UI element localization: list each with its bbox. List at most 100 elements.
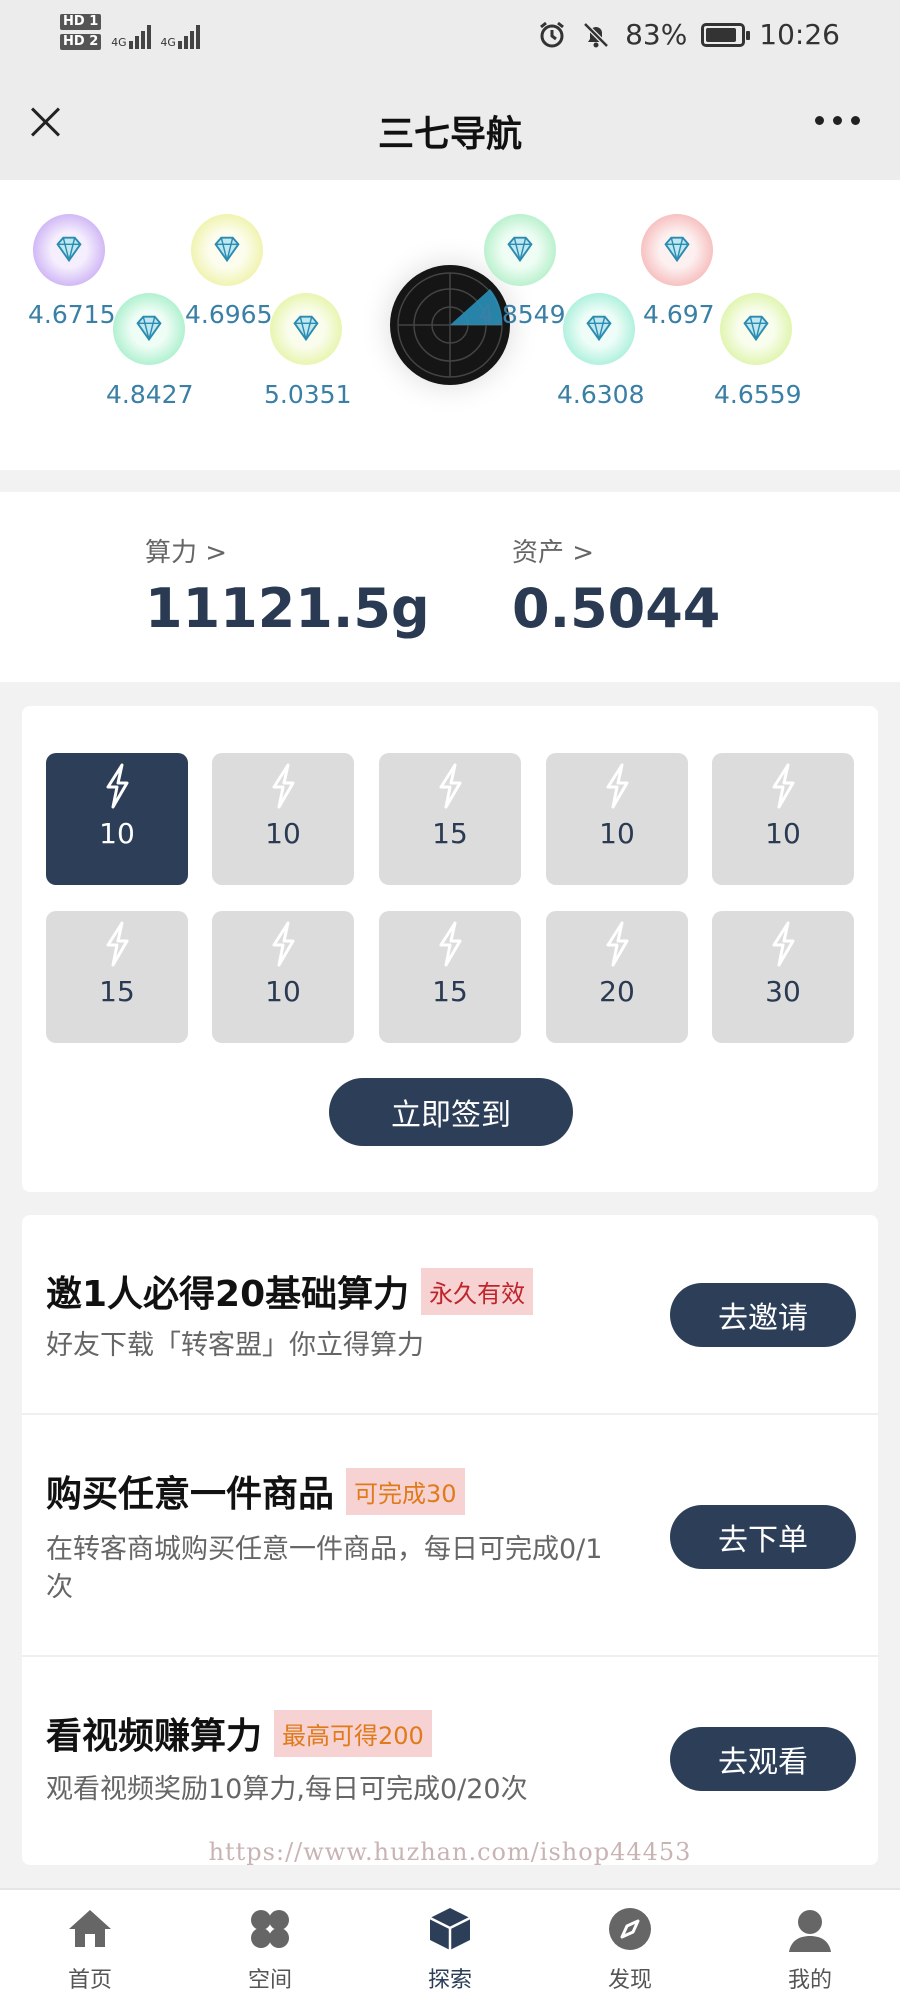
order-button[interactable]: 去下单: [670, 1505, 856, 1569]
task-item: 邀1人必得20基础算力 永久有效 好友下载「转客盟」你立得算力 去邀请: [22, 1215, 878, 1415]
lightning-icon: [606, 921, 629, 967]
watch-button[interactable]: 去观看: [670, 1727, 856, 1791]
hd-label-2: HD 2: [60, 34, 102, 50]
tab-home[interactable]: 首页: [0, 1890, 180, 2000]
gem-bubble[interactable]: [191, 214, 263, 286]
lightning-icon: [272, 763, 295, 809]
checkin-day[interactable]: 10: [212, 911, 354, 1043]
task-badge: 永久有效: [421, 1267, 534, 1315]
task-title: 邀1人必得20基础算力: [46, 1274, 410, 1315]
checkin-day[interactable]: 30: [712, 911, 854, 1043]
checkin-day-value: 10: [599, 817, 635, 850]
checkin-day[interactable]: 15: [379, 753, 521, 885]
home-icon: [69, 1910, 111, 1947]
user-icon: [789, 1910, 831, 1952]
diamond-icon: [743, 315, 769, 342]
checkin-day[interactable]: 15: [46, 911, 188, 1043]
tab-label: 首页: [67, 1968, 112, 1993]
checkin-day[interactable]: 10: [712, 753, 854, 885]
tab-label: 探索: [427, 1968, 472, 1993]
status-left: HD 1 HD 2 4G 4G: [60, 14, 200, 50]
tab-space[interactable]: 空间: [180, 1890, 360, 2000]
network-type-1: 4G: [111, 36, 127, 49]
checkin-day-value: 30: [765, 975, 801, 1008]
mute-bell-icon: [583, 21, 609, 48]
diamond-icon: [136, 315, 162, 342]
diamond-icon: [664, 236, 690, 263]
diamond-icon: [507, 236, 533, 263]
diamond-icon: [586, 315, 612, 342]
gem-value: 5.0351: [264, 380, 352, 409]
gem-value: 4.697: [643, 300, 715, 329]
gem-bubble[interactable]: [563, 293, 635, 365]
task-item: 看视频赚算力 最高可得200 观看视频奖励10算力,每日可完成0/20次 去观看: [22, 1657, 878, 1865]
lightning-icon: [772, 763, 795, 809]
gem-value: 4.6965: [185, 300, 273, 329]
task-desc: 在转客商城购买任意一件商品，每日可完成0/1次: [46, 1534, 603, 1603]
tab-label: 空间: [247, 1968, 292, 1993]
checkin-day[interactable]: 10: [46, 753, 188, 885]
lightning-icon: [439, 763, 462, 809]
gem-bubble[interactable]: [270, 293, 342, 365]
status-bar: HD 1 HD 2 4G 4G 83% 10:26: [0, 0, 900, 80]
hd-label-1: HD 1: [60, 14, 102, 30]
task-desc: 观看视频奖励10算力,每日可完成0/20次: [46, 1774, 528, 1805]
status-right: 83% 10:26: [537, 18, 840, 51]
tab-mine[interactable]: 我的: [720, 1890, 900, 2000]
compass-icon: [609, 1908, 651, 1950]
signal-icon-2: 4G: [161, 15, 200, 49]
signal-icon: 4G: [111, 15, 151, 49]
checkin-day[interactable]: 15: [379, 911, 521, 1043]
asset-label[interactable]: 资产 >: [512, 532, 720, 569]
gem-bubble[interactable]: [720, 293, 792, 365]
task-badge: 最高可得200: [274, 1709, 432, 1757]
checkin-day-value: 15: [432, 817, 468, 850]
diamond-icon: [214, 236, 240, 263]
task-title: 看视频赚算力: [46, 1716, 263, 1757]
asset-value: 0.5044: [512, 577, 721, 640]
more-icon[interactable]: [815, 116, 860, 125]
tab-explore[interactable]: 探索: [360, 1890, 540, 2000]
watermark: https://www.huzhan.com/ishop44453: [208, 1838, 692, 1866]
task-desc: 好友下载「转客盟」你立得算力: [46, 1330, 424, 1361]
checkin-day-value: 10: [765, 817, 801, 850]
diamond-icon: [293, 315, 319, 342]
stats-panel: 算力 > 11121.5g 资产 > 0.5044: [0, 492, 900, 682]
checkin-day[interactable]: 10: [546, 753, 688, 885]
gem-bubble[interactable]: [33, 214, 105, 286]
invite-button[interactable]: 去邀请: [670, 1283, 856, 1347]
battery-percent: 83%: [625, 18, 688, 51]
checkin-day-value: 10: [99, 817, 135, 850]
tab-bar: 首页 空间 探索 发现 我的: [0, 1888, 900, 2000]
tab-label: 我的: [787, 1968, 832, 1993]
tab-label: 发现: [607, 1968, 652, 1993]
battery-icon: [701, 22, 751, 47]
power-stat[interactable]: 算力 > 11121.5g: [145, 532, 430, 640]
gem-value: 4.8549: [478, 300, 566, 329]
gem-bubble[interactable]: [641, 214, 713, 286]
gem-bubble[interactable]: [484, 214, 556, 286]
gem-bubble[interactable]: [113, 293, 185, 365]
tab-discover[interactable]: 发现: [540, 1890, 720, 2000]
checkin-day[interactable]: 20: [546, 911, 688, 1043]
asset-stat[interactable]: 资产 > 0.5044: [512, 532, 720, 640]
checkin-day-value: 10: [265, 975, 301, 1008]
cube-icon: [429, 1908, 471, 1950]
gem-collection-area: 4.6715 4.8427 4.6965 5.0351 4.8549 4.630…: [0, 180, 900, 470]
diamond-icon: [56, 236, 82, 263]
power-label[interactable]: 算力 >: [145, 532, 430, 569]
checkin-button[interactable]: 立即签到: [329, 1078, 573, 1146]
checkin-day[interactable]: 10: [212, 753, 354, 885]
gem-value: 4.6308: [557, 380, 645, 409]
power-value: 11121.5g: [145, 577, 430, 640]
lightning-icon: [106, 763, 129, 809]
clover-icon: [251, 1910, 289, 1948]
gem-value: 4.6715: [28, 300, 116, 329]
task-title-row: 购买任意一件商品 可完成30: [46, 1465, 465, 1517]
checkin-card: 10 10 15 10 10 15 10 15 20 30 立即签到: [22, 706, 878, 1192]
task-item: 购买任意一件商品 可完成30 在转客商城购买任意一件商品，每日可完成0/1次 去…: [22, 1415, 878, 1657]
network-type-2: 4G: [160, 36, 176, 49]
task-badge: 可完成30: [346, 1467, 465, 1515]
task-list: 邀1人必得20基础算力 永久有效 好友下载「转客盟」你立得算力 去邀请 购买任意…: [22, 1215, 878, 1865]
checkin-day-value: 15: [99, 975, 135, 1008]
